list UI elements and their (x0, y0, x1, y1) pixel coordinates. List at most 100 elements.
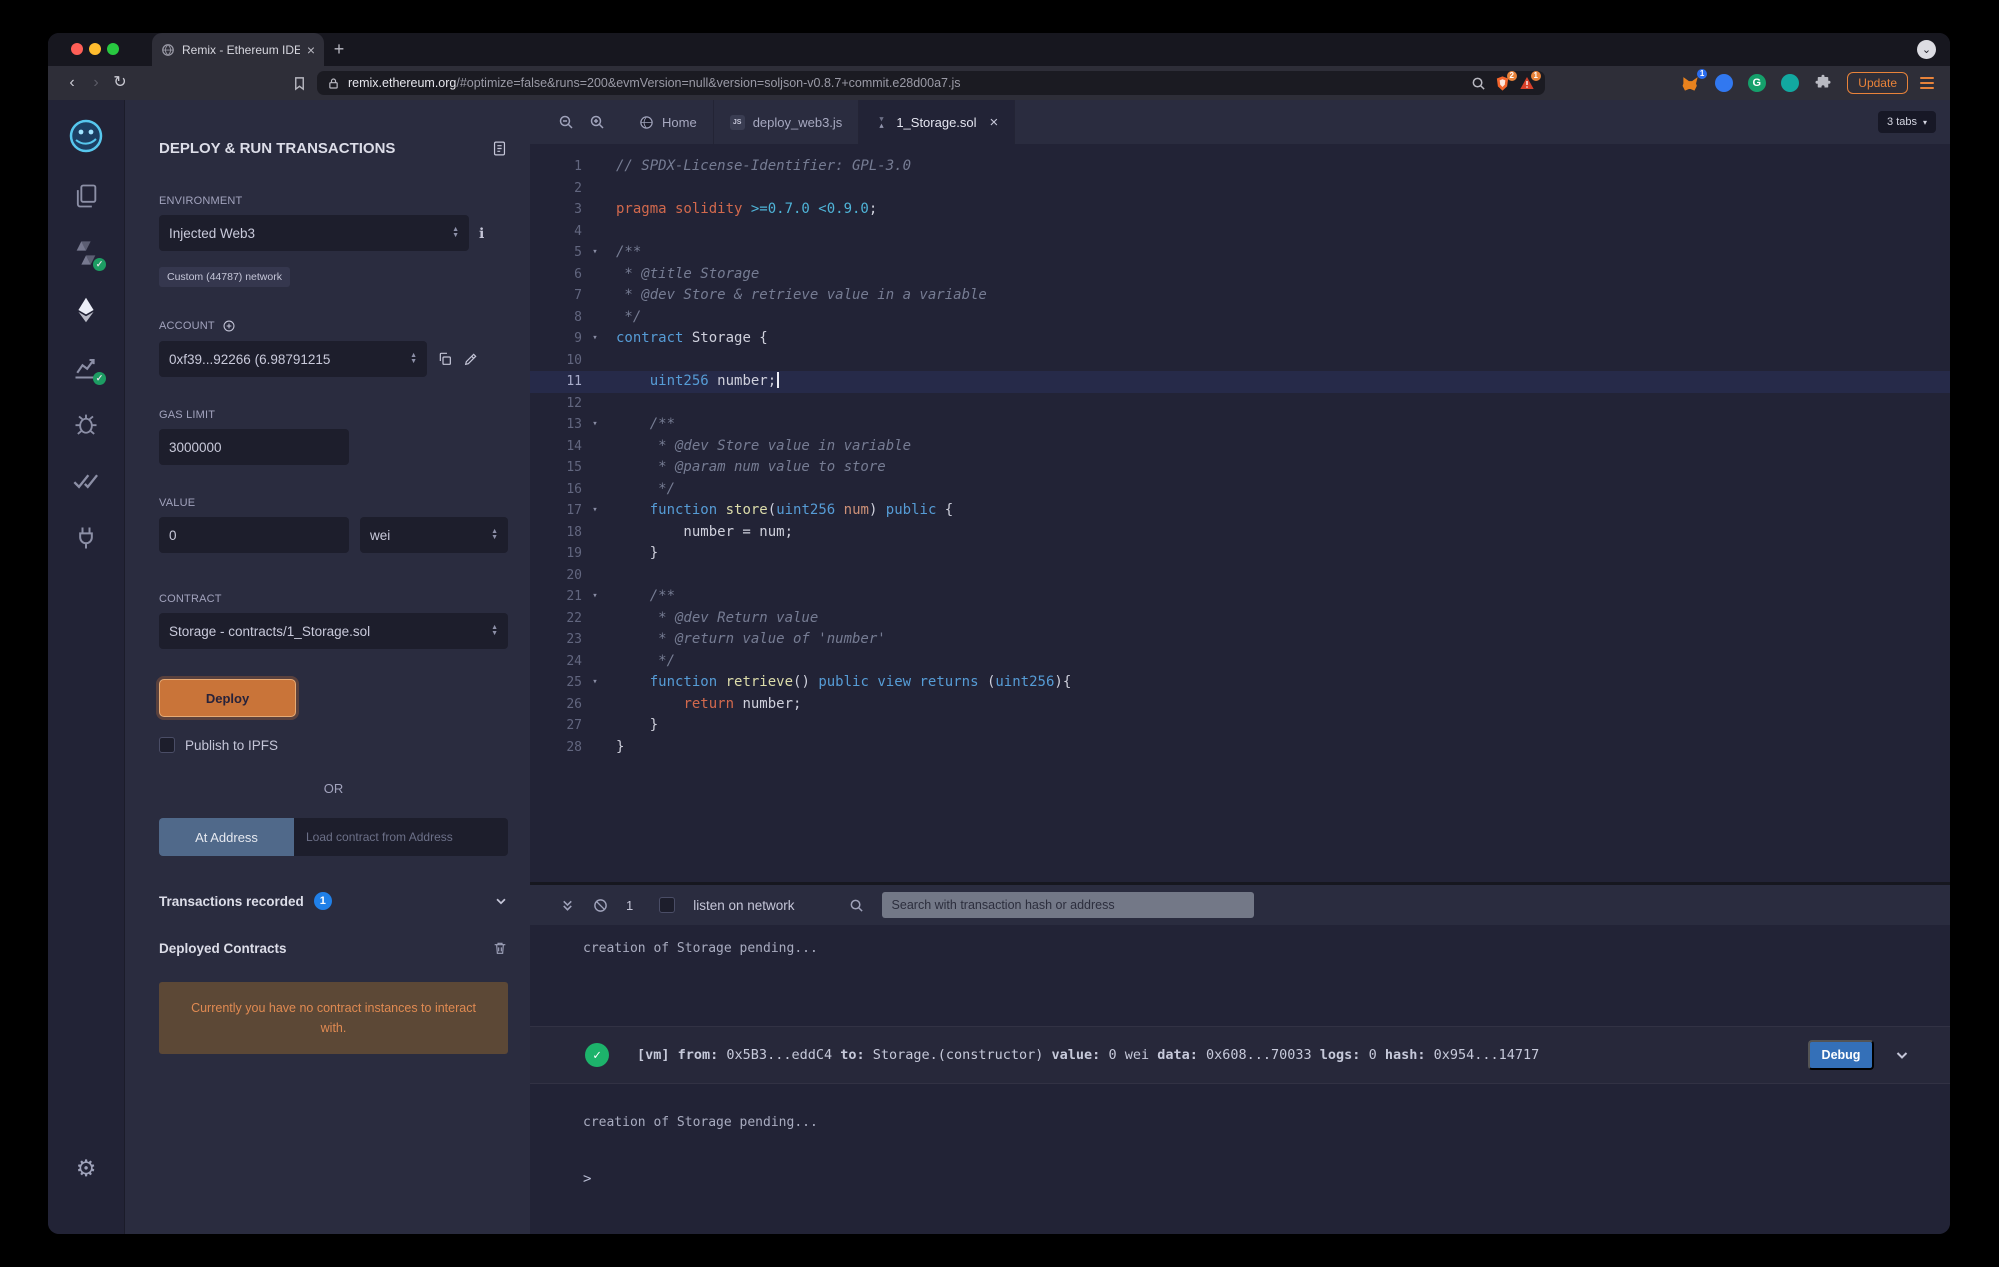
static-analysis-icon[interactable]: ✓ (72, 353, 100, 381)
code-line[interactable]: 13▾ /** (530, 414, 1950, 436)
sourcify-icon[interactable] (72, 467, 100, 495)
code-line[interactable]: 5▾/** (530, 242, 1950, 264)
bookmark-icon[interactable] (292, 76, 307, 91)
deploy-run-icon[interactable] (72, 296, 100, 324)
code-line[interactable]: 17▾ function store(uint256 num) public { (530, 500, 1950, 522)
account-select[interactable]: 0xf39...92266 (6.98791215 ▲▼ (159, 341, 427, 377)
debugger-icon[interactable] (72, 410, 100, 438)
alert-extension-icon[interactable]: 1 (1519, 75, 1535, 91)
copy-account-icon[interactable] (437, 351, 453, 367)
code-line[interactable]: 27 } (530, 715, 1950, 737)
fold-spacer (582, 694, 608, 716)
debug-button[interactable]: Debug (1808, 1040, 1874, 1070)
plugin-manager-icon[interactable] (72, 524, 100, 552)
tab-deploy-web3[interactable]: JS deploy_web3.js (714, 100, 860, 144)
fold-icon[interactable]: ▾ (582, 328, 608, 350)
url-text: remix.ethereum.org/#optimize=false&runs=… (348, 76, 1463, 90)
google-extension-icon[interactable]: G (1746, 73, 1767, 94)
contract-select[interactable]: Storage - contracts/1_Storage.sol ▲▼ (159, 613, 508, 649)
tx-expand-icon[interactable] (1894, 1047, 1910, 1063)
puzzle-extensions-icon[interactable] (1812, 73, 1833, 94)
maximize-window-button[interactable] (107, 43, 119, 55)
transaction-row[interactable]: ✓ [vm] from: 0x5B3...eddC4 to: Storage.(… (530, 1026, 1950, 1084)
url-bar[interactable]: remix.ethereum.org/#optimize=false&runs=… (317, 71, 1545, 95)
code-line[interactable]: 12 (530, 393, 1950, 415)
zoom-in-icon[interactable] (589, 114, 605, 130)
remix-logo[interactable] (68, 118, 104, 154)
code-line[interactable]: 21▾ /** (530, 586, 1950, 608)
close-window-button[interactable] (71, 43, 83, 55)
file-explorer-icon[interactable] (72, 182, 100, 210)
at-address-button[interactable]: At Address (159, 818, 294, 856)
code-line[interactable]: 28} (530, 737, 1950, 759)
collapse-terminal-icon[interactable] (560, 898, 575, 913)
fold-icon[interactable]: ▾ (582, 586, 608, 608)
tab-storage-sol[interactable]: 1_Storage.sol × (859, 100, 1015, 144)
deploy-button[interactable]: Deploy (159, 679, 296, 717)
fold-icon[interactable]: ▾ (582, 414, 608, 436)
fold-icon[interactable]: ▾ (582, 672, 608, 694)
tabs-count-dropdown[interactable]: 3 tabs ▾ (1878, 111, 1936, 133)
metamask-extension-icon[interactable]: 1 (1680, 73, 1701, 94)
zoom-out-icon[interactable] (558, 114, 574, 130)
new-tab-button[interactable]: + (324, 33, 354, 66)
terminal-content[interactable]: creation of Storage pending... ✓ [vm] fr… (530, 925, 1950, 1234)
fold-icon[interactable]: ▾ (582, 242, 608, 264)
code-line[interactable]: 9▾contract Storage { (530, 328, 1950, 350)
value-unit-select[interactable]: wei ▲▼ (360, 517, 508, 553)
tab-close-icon[interactable]: × (990, 114, 999, 131)
clear-console-icon[interactable] (593, 898, 608, 913)
edit-account-icon[interactable] (463, 351, 479, 367)
back-icon[interactable]: ‹ (60, 75, 84, 91)
code-line[interactable]: 20 (530, 565, 1950, 587)
code-line[interactable]: 25▾ function retrieve() public view retu… (530, 672, 1950, 694)
docs-icon[interactable] (491, 140, 508, 157)
tab-search-icon[interactable]: ⌄ (1917, 40, 1936, 59)
trash-icon[interactable] (492, 940, 508, 956)
tab-home[interactable]: Home (623, 100, 714, 144)
zoom-page-icon[interactable] (1471, 76, 1486, 91)
reload-icon[interactable]: ↻ (108, 75, 132, 91)
minimize-window-button[interactable] (89, 43, 101, 55)
code-line[interactable]: 2 (530, 178, 1950, 200)
add-account-icon[interactable] (222, 319, 236, 333)
gas-limit-input[interactable] (159, 429, 349, 465)
listen-network-checkbox[interactable] (659, 897, 675, 913)
code-line[interactable]: 11 uint256 number; (530, 371, 1950, 393)
at-address-input[interactable] (294, 818, 508, 856)
blue-extension-icon[interactable] (1713, 73, 1734, 94)
brave-shield-icon[interactable]: 2 (1494, 75, 1511, 92)
code-line[interactable]: 3pragma solidity >=0.7.0 <0.9.0; (530, 199, 1950, 221)
fold-icon[interactable]: ▾ (582, 500, 608, 522)
code-line[interactable]: 10 (530, 350, 1950, 372)
code-line[interactable]: 6 * @title Storage (530, 264, 1950, 286)
code-line[interactable]: 16 */ (530, 479, 1950, 501)
transactions-chevron-icon[interactable] (494, 894, 508, 908)
browser-tab[interactable]: Remix - Ethereum IDE × (152, 33, 324, 66)
code-editor[interactable]: 1// SPDX-License-Identifier: GPL-3.023pr… (530, 144, 1950, 882)
code-line[interactable]: 22 * @dev Return value (530, 608, 1950, 630)
code-line[interactable]: 14 * @dev Store value in variable (530, 436, 1950, 458)
settings-icon[interactable]: ⚙ (76, 1156, 97, 1182)
environment-info-icon[interactable]: ℹ (479, 225, 484, 242)
code-line[interactable]: 8 */ (530, 307, 1950, 329)
code-line[interactable]: 26 return number; (530, 694, 1950, 716)
code-line[interactable]: 15 * @param num value to store (530, 457, 1950, 479)
publish-ipfs-checkbox[interactable] (159, 737, 175, 753)
code-line[interactable]: 7 * @dev Store & retrieve value in a var… (530, 285, 1950, 307)
teal-extension-icon[interactable] (1779, 73, 1800, 94)
terminal-search-input[interactable] (882, 892, 1254, 918)
code-line[interactable]: 24 */ (530, 651, 1950, 673)
forward-icon[interactable]: › (84, 75, 108, 91)
menu-icon[interactable] (1920, 77, 1934, 89)
tab-close-icon[interactable]: × (307, 42, 315, 58)
solidity-compiler-icon[interactable]: ✓ (72, 239, 100, 267)
code-line[interactable]: 19 } (530, 543, 1950, 565)
code-line[interactable]: 1// SPDX-License-Identifier: GPL-3.0 (530, 156, 1950, 178)
value-input[interactable] (159, 517, 349, 553)
environment-select[interactable]: Injected Web3 ▲▼ (159, 215, 469, 251)
update-button[interactable]: Update (1847, 72, 1908, 94)
code-line[interactable]: 18 number = num; (530, 522, 1950, 544)
code-line[interactable]: 23 * @return value of 'number' (530, 629, 1950, 651)
code-line[interactable]: 4 (530, 221, 1950, 243)
